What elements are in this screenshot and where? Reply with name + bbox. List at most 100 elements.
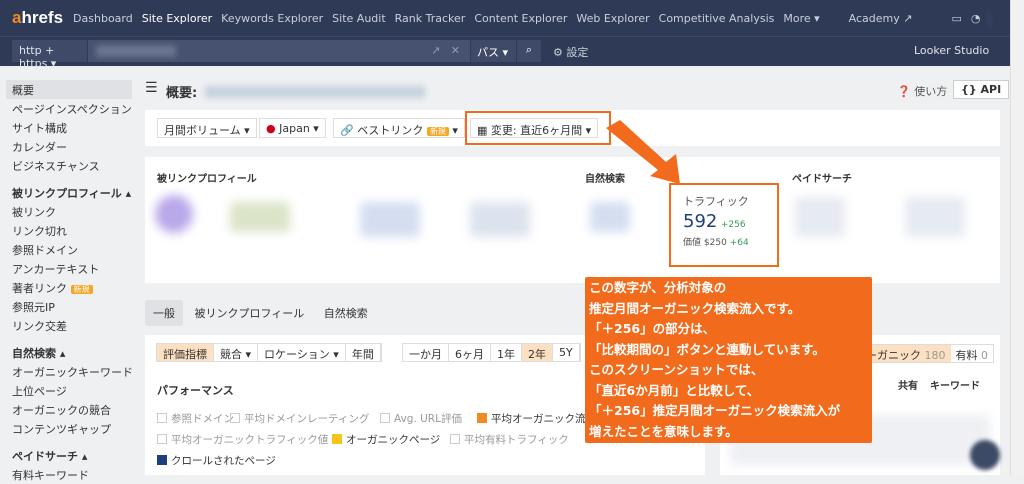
best-links-label: ベストリンク [357, 124, 424, 137]
nav-rank-tracker[interactable]: Rank Tracker [395, 12, 466, 25]
section-tabs: 一般 被リンクプロフィール 自然検索 [145, 300, 376, 326]
tab-backlinks[interactable]: 被リンクプロフィール [187, 300, 313, 326]
checkbox-organic-pages[interactable]: オーガニックページ [332, 432, 440, 447]
organic-traffic-card[interactable]: トラフィック 592 +256 価値 $250 +64 [669, 183, 779, 267]
settings-button[interactable]: ⚙ 設定 [553, 44, 588, 60]
sidebar-item-broken-links[interactable]: リンク切れ [0, 221, 136, 240]
sidebar-item-page-inspection[interactable]: ページインスペクション [0, 99, 136, 118]
nav-web-explorer[interactable]: Web Explorer [576, 12, 649, 25]
blurred-metric [795, 197, 845, 237]
traffic-delta: +256 [720, 220, 746, 230]
competitors-select[interactable]: 競合 ▾ [214, 344, 259, 361]
protocol-select[interactable]: http + https ▾ [12, 40, 87, 70]
account-menu[interactable] [989, 9, 990, 27]
looker-studio-button[interactable]: Looker Studio [914, 44, 989, 57]
sidebar-item-organic-competitors[interactable]: オーガニックの競合 [0, 400, 136, 419]
yearly-button[interactable]: 年間 [346, 344, 381, 361]
blurred-metric [155, 195, 193, 233]
link-icon: 🔗 [340, 124, 354, 137]
period-1y[interactable]: 1年 [491, 344, 522, 361]
nav-competitive-analysis[interactable]: Competitive Analysis [659, 12, 775, 25]
checkbox-referring-domains[interactable]: 参照ドメイン [157, 411, 234, 426]
api-button[interactable]: {} API [953, 80, 1010, 99]
sidebar-heading-organic[interactable]: 自然検索 ▴ [0, 343, 136, 362]
nav-content-explorer[interactable]: Content Explorer [474, 12, 567, 25]
checkbox-avg-dr[interactable]: 平均ドメインレーティング [230, 411, 369, 426]
nav-keywords-explorer[interactable]: Keywords Explorer [221, 12, 323, 25]
sidebar-item-site-structure[interactable]: サイト構成 [0, 118, 136, 137]
best-links-select[interactable]: 🔗 ベストリンク 新規 ▾ [333, 118, 465, 138]
value-amount: $250 [703, 238, 727, 248]
clear-icon[interactable]: ↗ ✕ [431, 44, 460, 57]
checkbox-crawled-pages[interactable]: クロールされたページ [157, 453, 276, 468]
location-select[interactable]: ロケーション ▾ [258, 344, 346, 361]
sidebar: 概要 ページインスペクション サイト構成 カレンダー ビジネスチャンス 被リンク… [0, 80, 136, 484]
period-2y[interactable]: 2年 [522, 344, 553, 361]
sidebar-item-opportunities[interactable]: ビジネスチャンス [0, 156, 136, 175]
checkbox-avg-ur[interactable]: Avg. URL評価 [380, 411, 462, 426]
value-delta: +64 [729, 238, 749, 248]
traffic-value: 592 [683, 211, 718, 232]
path-select[interactable]: パス ▾ [471, 40, 516, 62]
paid-toggle[interactable]: 有料 0 [951, 345, 994, 362]
tablet-icon[interactable]: ▭ [951, 12, 961, 25]
sidebar-item-content-gap[interactable]: コンテンツギャップ [0, 419, 136, 438]
scrollbar[interactable] [1010, 0, 1024, 475]
search-bar: http + https ▾ ↗ ✕ パス ▾ ⌕ ⚙ 設定 Looker St… [0, 36, 1010, 70]
chat-widget[interactable] [970, 440, 1000, 470]
sidebar-item-author-links[interactable]: 著者リンク 新規 [0, 278, 136, 297]
nav-more[interactable]: More ▾ [783, 12, 819, 25]
japan-dot-icon: ● [266, 122, 276, 135]
help-label: 使い方 [914, 85, 948, 98]
nav-academy[interactable]: Academy ↗ [849, 12, 913, 25]
blurred-metric [590, 202, 630, 232]
checkbox-avg-organic-traffic[interactable]: 平均オーガニック流入 [477, 411, 596, 426]
volume-select[interactable]: 月間ボリューム ▾ [157, 118, 257, 138]
sidebar-item-referring-ips[interactable]: 参照元IP [0, 297, 136, 316]
new-badge: 新規 [70, 285, 93, 294]
help-link[interactable]: ❓ 使い方 [897, 83, 947, 99]
checkbox-organic-traffic-value[interactable]: 平均オーガニックトラフィック値 [157, 432, 328, 447]
annotation-callout: この数字が、分析対象の 推定月間オーガニック検索流入です。 「＋256」の部分は… [585, 277, 872, 443]
sidebar-heading-backlinks[interactable]: 被リンクプロフィール ▴ [0, 183, 136, 202]
search-icon[interactable]: ⌕ [517, 40, 541, 62]
nav-site-audit[interactable]: Site Audit [332, 12, 385, 25]
url-input[interactable]: ↗ ✕ [88, 40, 470, 62]
col-shared[interactable]: 共有 [898, 377, 918, 392]
sidebar-item-organic-keywords[interactable]: オーガニックキーワード [0, 362, 136, 381]
nav-site-explorer[interactable]: Site Explorer [142, 12, 212, 25]
label: 著者リンク [12, 282, 67, 295]
period-1m[interactable]: 一か月 [403, 344, 449, 361]
tab-organic[interactable]: 自然検索 [316, 300, 376, 326]
blurred-metric [360, 202, 420, 237]
top-nav: ahrefs Dashboard Site Explorer Keywords … [0, 0, 1010, 36]
page-title: 概要: [166, 86, 198, 101]
sidebar-item-referring-domains[interactable]: 参照ドメイン [0, 240, 136, 259]
organic-toggle[interactable]: ーガニック 180 [861, 345, 951, 362]
sidebar-item-overview[interactable]: 概要 [6, 80, 132, 99]
overview-cards: 被リンクプロフィール 自然検索 ペイドサーチ [145, 157, 1000, 283]
sidebar-item-link-intersect[interactable]: リンク交差 [0, 316, 136, 335]
period-5y[interactable]: 5Y [553, 344, 580, 361]
sidebar-item-calendar[interactable]: カレンダー [0, 137, 136, 156]
col-keyword[interactable]: キーワード [930, 377, 980, 392]
logo-rest: hrefs [21, 8, 64, 27]
nav-dashboard[interactable]: Dashboard [73, 12, 133, 25]
menu-icon[interactable]: ☰ [145, 80, 158, 96]
period-6m[interactable]: 6ヶ月 [449, 344, 491, 361]
question-icon: ❓ [897, 85, 911, 98]
sidebar-item-anchors[interactable]: アンカーテキスト [0, 259, 136, 278]
tab-general[interactable]: 一般 [145, 300, 183, 326]
traffic-label: トラフィック [683, 195, 749, 208]
keyword-type-toggle: ーガニック 180 有料 0 [860, 344, 994, 363]
sidebar-item-backlinks[interactable]: 被リンク [0, 202, 136, 221]
sidebar-item-top-pages[interactable]: 上位ページ [0, 381, 136, 400]
metrics-button[interactable]: 評価指標 [157, 344, 214, 361]
country-select[interactable]: ● Japan ▾ [259, 118, 326, 138]
sidebar-heading-paid[interactable]: ペイドサーチ ▴ [0, 446, 136, 465]
highlight-compare [465, 111, 611, 145]
ahrefs-logo[interactable]: ahrefs [12, 8, 63, 28]
help-icon[interactable]: ◔ [971, 12, 981, 25]
checkbox-paid-traffic[interactable]: 平均有料トラフィック [450, 432, 569, 447]
blurred-metric [905, 197, 965, 237]
